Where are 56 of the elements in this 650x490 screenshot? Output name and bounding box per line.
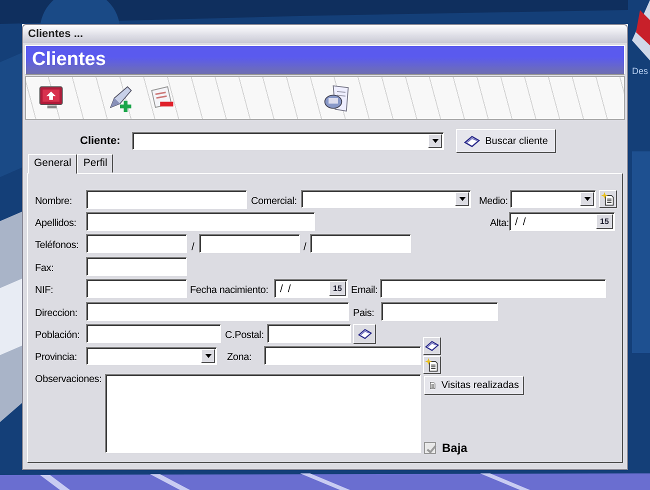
field-label: Pais: [353,306,376,319]
field-label: Observaciones: [35,374,103,386]
book-icon[interactable] [423,337,441,356]
field-label: Zona: [227,351,253,364]
date-field[interactable]: / / 15 [509,212,615,232]
field-label: Nombre: [35,194,73,207]
calendar-button[interactable]: 15 [329,281,346,296]
input-field[interactable] [86,256,187,276]
checkbox-label: Baja [442,441,468,456]
field-label: Fax: [35,262,55,274]
date-value: / / [515,216,527,228]
input-field[interactable] [264,346,421,366]
client-label: Cliente: [80,135,122,147]
tab[interactable]: General [28,154,78,174]
input-field[interactable] [86,279,187,298]
field-label: Fecha nacimiento: [190,284,270,296]
field-label: Direccion: [35,306,78,319]
header-title: Clientes [32,49,106,71]
dropdown[interactable] [301,190,471,208]
book-icon[interactable] [353,324,376,344]
date-field[interactable]: / / 15 [274,279,348,298]
input-field[interactable] [86,324,221,344]
input-field[interactable] [86,212,315,232]
separator-slash: / [190,240,196,253]
new-document-icon[interactable] [599,190,617,208]
field-label: Apellidos: [35,217,78,230]
dropdown[interactable] [510,190,596,208]
input-field[interactable] [381,302,498,321]
input-field[interactable] [86,302,349,321]
date-value: / / [280,282,292,295]
field-label: Email: [351,284,379,296]
field-label: Teléfonos: [35,239,80,252]
client-dropdown[interactable] [132,132,444,150]
input-field[interactable] [86,234,187,254]
field-label: Comercial: [251,194,298,207]
window-title: Clientes ... [28,28,84,40]
book-icon [464,134,480,148]
search-client-button[interactable]: Buscar cliente [456,129,556,153]
separator-slash: / [302,240,308,253]
field-label: Medio: [479,194,509,207]
field-label: Alta: [488,217,509,230]
visits-button[interactable]: Visitas realizadas [424,376,524,396]
calendar-button[interactable]: 15 [596,214,613,230]
dropdown[interactable] [86,346,217,365]
input-field[interactable] [380,279,606,298]
tab[interactable]: Perfil [77,154,114,173]
input-field[interactable] [267,324,351,344]
input-field[interactable] [310,234,411,254]
field-label: NIF: [35,284,54,296]
field-label: Población: [35,329,81,342]
input-field[interactable] [86,190,247,209]
new-document-icon[interactable] [423,356,441,374]
input-field[interactable] [199,234,300,254]
field-label: C.Postal: [225,329,265,342]
field-label: Provincia: [35,351,78,364]
notes-field[interactable] [105,374,421,454]
